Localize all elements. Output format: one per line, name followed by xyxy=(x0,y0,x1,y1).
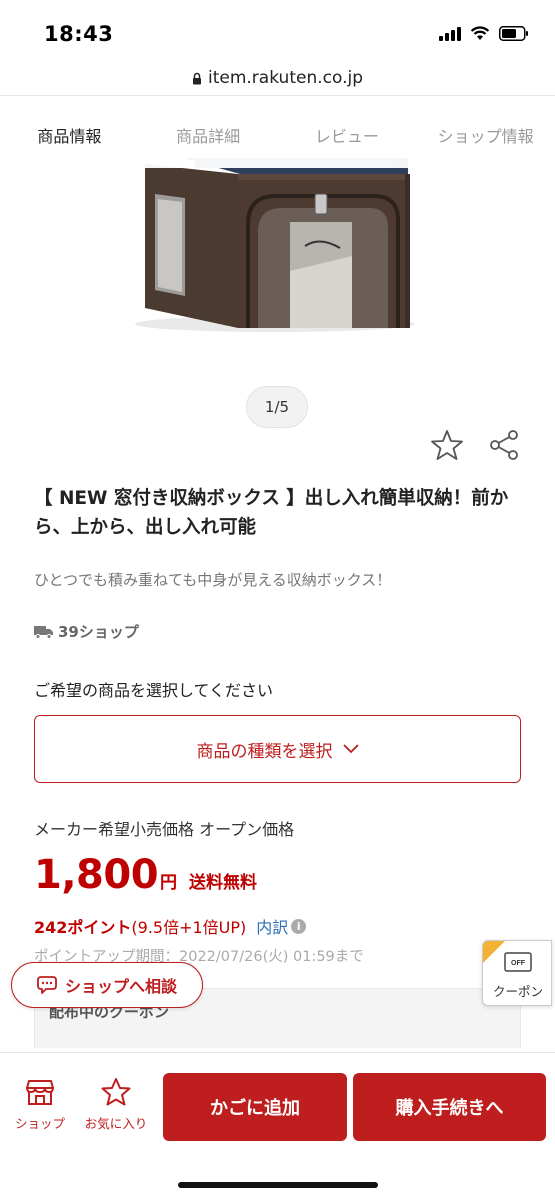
wifi-icon xyxy=(470,26,490,40)
chevron-down-icon xyxy=(342,744,359,754)
points-value: 242ポイント xyxy=(34,918,132,937)
coupon-tab-label: クーポン xyxy=(492,984,543,999)
shop-nav-button[interactable]: ショップ xyxy=(8,1077,72,1132)
favorite-star-icon xyxy=(101,1078,131,1106)
star-icon[interactable] xyxy=(430,428,464,462)
free-shipping-label: 送料無料 xyxy=(189,873,258,893)
price-currency: 円 xyxy=(160,873,178,893)
shop-consult-label: ショップへ相談 xyxy=(64,977,177,996)
maker-price: メーカー希望小売価格 オープン価格 xyxy=(34,820,295,839)
shop-icon xyxy=(26,1080,54,1105)
status-icons xyxy=(439,26,529,41)
price-row: 1,800 円 送料無料 xyxy=(34,852,257,898)
checkout-button[interactable]: 購入手続きへ xyxy=(353,1073,546,1141)
shipping-39shop-label[interactable]: 39ショップ xyxy=(34,621,139,642)
coupon-icon: OFF xyxy=(483,941,532,972)
status-time: 18:43 xyxy=(44,22,114,46)
coupon-badge-text: OFF xyxy=(511,960,526,967)
tab-bar: 商品情報 商品詳細 レビュー ショップ情報 xyxy=(0,96,555,168)
select-prompt: ご希望の商品を選択してください xyxy=(34,681,274,700)
status-bar: 18:43 xyxy=(0,0,555,62)
price-value: 1,800 xyxy=(34,852,159,898)
url-text: item.rakuten.co.jp xyxy=(208,68,363,88)
shop-label-text: 39ショップ xyxy=(58,623,139,641)
tab-shop-info[interactable]: ショップ情報 xyxy=(416,96,555,168)
battery-icon xyxy=(499,26,528,41)
url-bar[interactable]: item.rakuten.co.jp xyxy=(0,62,555,94)
points-row: 242ポイント (9.5倍+1倍UP) 内訳 i xyxy=(34,914,307,938)
shop-nav-label: ショップ xyxy=(14,1116,65,1131)
truck-icon xyxy=(34,625,53,639)
points-breakdown-link[interactable]: 内訳 xyxy=(256,914,288,938)
info-icon[interactable]: i xyxy=(291,918,307,934)
favorite-nav-button[interactable]: お気に入り xyxy=(78,1077,154,1132)
lock-icon xyxy=(193,72,201,84)
product-title: 【 NEW 窓付き収納ボックス 】出し入れ簡単収納！前から、上から、出し入れ可能 xyxy=(34,488,509,538)
home-indicator[interactable] xyxy=(178,1182,378,1188)
add-to-cart-button[interactable]: かごに追加 xyxy=(163,1073,347,1141)
favorite-nav-label: お気に入り xyxy=(84,1116,148,1131)
signal-icon xyxy=(439,26,461,41)
bottom-action-bar: ショップ お気に入り かごに追加 購入手続きへ xyxy=(0,1052,555,1200)
points-multiplier: (9.5倍+1倍UP) xyxy=(131,918,247,937)
shop-consult-button[interactable]: ショップへ相談 xyxy=(11,962,203,1008)
coupon-tab[interactable]: OFF クーポン xyxy=(482,940,552,1006)
tab-product-info[interactable]: 商品情報 xyxy=(0,96,139,168)
tab-reviews[interactable]: レビュー xyxy=(278,96,417,168)
image-pager: 1/5 xyxy=(246,386,308,428)
tab-product-details[interactable]: 商品詳細 xyxy=(139,96,278,168)
select-variant-button[interactable]: 商品の種類を選択 xyxy=(34,715,521,783)
product-subtitle: ひとつでも積み重ねても中身が見える収納ボックス！ xyxy=(34,571,392,589)
select-variant-label: 商品の種類を選択 xyxy=(196,741,333,762)
share-icon[interactable] xyxy=(487,428,521,462)
chat-icon xyxy=(37,976,57,994)
